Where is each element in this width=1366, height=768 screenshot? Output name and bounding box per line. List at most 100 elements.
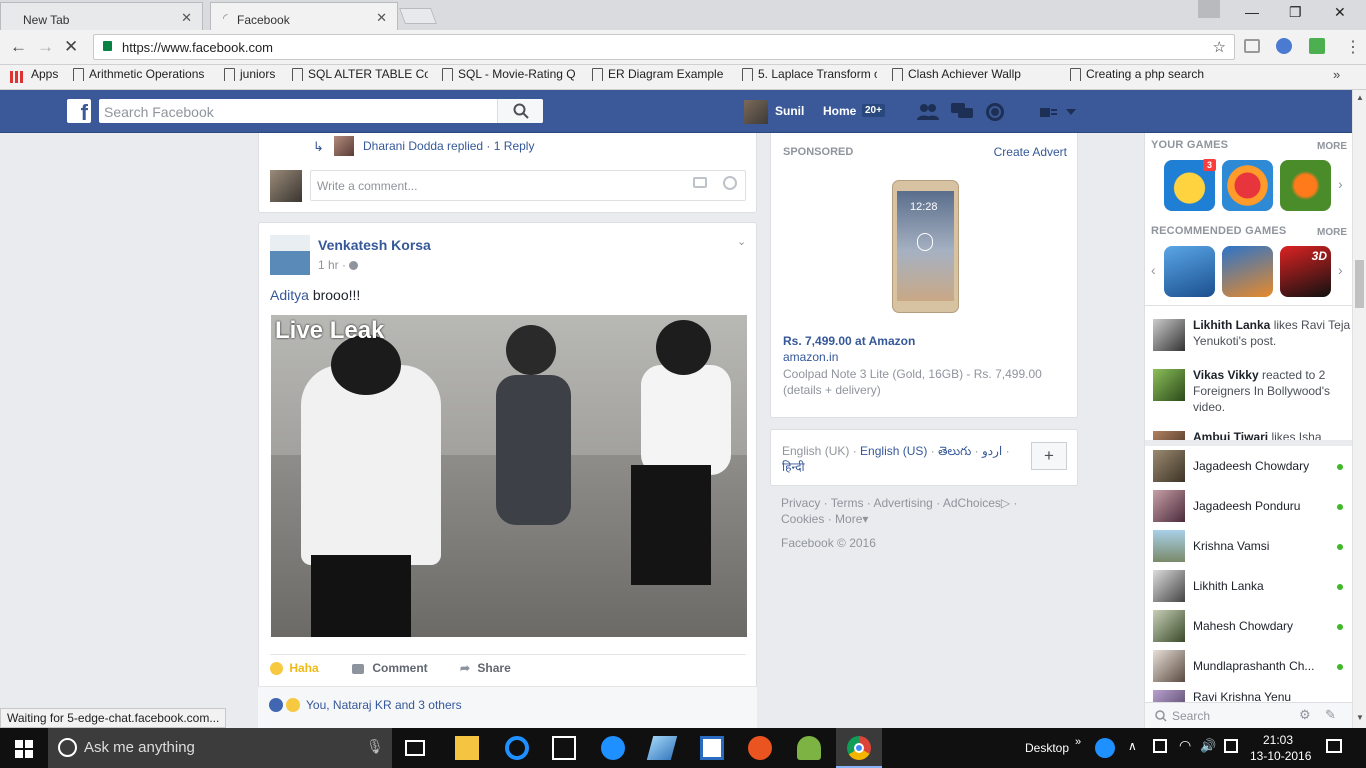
- new-tab-button[interactable]: [399, 8, 437, 24]
- cortana-search-box[interactable]: Ask me anything 🎙: [48, 728, 392, 768]
- footer-terms-link[interactable]: Terms: [831, 496, 864, 510]
- profile-icon[interactable]: [1198, 0, 1220, 18]
- bookmark-item[interactable]: ER Diagram Example: [590, 67, 727, 81]
- chat-contact[interactable]: Jagadeesh Ponduru: [1153, 488, 1343, 524]
- bookmarks-overflow-icon[interactable]: »: [1333, 67, 1340, 82]
- language-urdu[interactable]: اردو: [982, 444, 1002, 458]
- ticker-story[interactable]: Vikas Vikky reacted to 2 Foreigners In B…: [1153, 367, 1353, 415]
- chat-contact[interactable]: Likhith Lanka: [1153, 568, 1343, 604]
- stop-icon[interactable]: ✕: [64, 37, 78, 57]
- keyboard-icon[interactable]: [1224, 739, 1238, 753]
- game-icon[interactable]: [1164, 246, 1215, 297]
- footer-cookies-link[interactable]: Cookies: [781, 512, 824, 526]
- ad-product-image[interactable]: 12:28: [892, 180, 959, 313]
- language-english-us[interactable]: English (US): [860, 444, 927, 458]
- action-center-icon[interactable]: [1326, 739, 1342, 753]
- new-message-icon[interactable]: ✎: [1325, 707, 1336, 723]
- android-studio-icon[interactable]: [797, 736, 821, 760]
- bookmark-item[interactable]: SQL ALTER TABLE Con: [290, 67, 428, 81]
- home-link[interactable]: Home: [823, 104, 856, 118]
- tagged-user-link[interactable]: Aditya: [270, 287, 309, 303]
- page-scrollbar[interactable]: ▲ ▼: [1352, 90, 1366, 728]
- windows-start-icon[interactable]: [15, 740, 33, 758]
- bookmark-star-icon[interactable]: ☆: [1213, 38, 1226, 56]
- minimize-icon[interactable]: —: [1245, 4, 1259, 20]
- security-icon[interactable]: [1153, 739, 1167, 753]
- comment-input[interactable]: Write a comment...: [310, 170, 746, 201]
- post-options-chevron-icon[interactable]: ⌄: [737, 235, 746, 248]
- bookmark-item[interactable]: Arithmetic Operations: [71, 67, 208, 81]
- app-icon[interactable]: [646, 736, 678, 760]
- close-window-icon[interactable]: ✕: [1334, 4, 1346, 21]
- recommended-games-more-link[interactable]: MORE: [1317, 227, 1347, 238]
- scrollbar-thumb[interactable]: [1355, 260, 1364, 308]
- chat-contact[interactable]: Ravi Krishna Yenu: [1153, 688, 1343, 702]
- profile-name-link[interactable]: Sunil: [775, 104, 804, 118]
- ticker-story[interactable]: Likhith Lanka likes Ravi Teja Yenukoti's…: [1153, 317, 1353, 351]
- forward-icon[interactable]: →: [37, 37, 54, 57]
- author-avatar[interactable]: [270, 235, 310, 275]
- close-tab-icon[interactable]: ✕: [181, 10, 192, 26]
- file-explorer-icon[interactable]: [455, 736, 479, 760]
- store-icon[interactable]: [552, 736, 576, 760]
- help-icon[interactable]: [601, 736, 625, 760]
- camera-icon[interactable]: [693, 177, 707, 188]
- tab-new-tab[interactable]: New Tab ✕: [0, 2, 203, 30]
- edge-browser-icon[interactable]: [505, 736, 529, 760]
- messages-icon[interactable]: [951, 103, 973, 121]
- toolbar-expand-icon[interactable]: »: [1075, 736, 1081, 748]
- profile-avatar[interactable]: [744, 100, 768, 124]
- bookmark-item[interactable]: Creating a php search: [1068, 67, 1206, 81]
- extension-icon[interactable]: [1244, 39, 1260, 53]
- microphone-icon[interactable]: 🎙: [366, 738, 384, 755]
- task-view-icon[interactable]: [405, 740, 425, 756]
- chat-settings-gear-icon[interactable]: ⚙: [1299, 707, 1311, 723]
- show-hidden-icons-icon[interactable]: ∧: [1128, 739, 1137, 753]
- ad-title-link[interactable]: Rs. 7,499.00 at Amazon: [783, 334, 915, 348]
- notifications-globe-icon[interactable]: [985, 102, 1005, 122]
- footer-advertising-link[interactable]: Advertising: [873, 496, 932, 510]
- scroll-down-icon[interactable]: ▼: [1356, 713, 1364, 722]
- url-input[interactable]: https://www.facebook.com ☆: [93, 34, 1235, 60]
- bookmark-apps[interactable]: Apps: [31, 67, 58, 81]
- bookmark-item[interactable]: 5. Laplace Transform c: [740, 67, 877, 81]
- more-languages-button[interactable]: +: [1031, 442, 1067, 470]
- chat-search-bar[interactable]: Search ⚙ ✎: [1145, 702, 1353, 728]
- back-icon[interactable]: ←: [10, 37, 27, 57]
- extension-icon[interactable]: [1309, 38, 1325, 54]
- language-hindi[interactable]: हिन्दी: [782, 460, 805, 474]
- game-icon[interactable]: [1280, 160, 1331, 211]
- language-telugu[interactable]: తెలుగు: [938, 444, 971, 458]
- your-games-more-link[interactable]: MORE: [1317, 141, 1347, 152]
- ticker-story[interactable]: Ambuj Tiwari likes Isha: [1153, 429, 1353, 440]
- bookmark-item[interactable]: juniors: [222, 67, 282, 81]
- post-author-link[interactable]: Venkatesh Korsa: [318, 237, 431, 253]
- chat-contact[interactable]: Krishna Vamsi: [1153, 528, 1343, 564]
- footer-adchoices-link[interactable]: AdChoices: [943, 496, 1001, 510]
- close-tab-icon[interactable]: ✕: [376, 10, 387, 26]
- chat-contact[interactable]: Mundlaprashanth Ch...: [1153, 648, 1343, 684]
- app-icon[interactable]: [700, 736, 724, 760]
- ubuntu-icon[interactable]: [748, 736, 772, 760]
- extension-icon[interactable]: [1276, 38, 1292, 54]
- facebook-search-input[interactable]: Search Facebook: [99, 99, 543, 123]
- tab-facebook[interactable]: ◜ Facebook ✕: [210, 2, 398, 30]
- search-button[interactable]: [497, 99, 543, 123]
- clock-date[interactable]: 13-10-2016: [1250, 749, 1311, 763]
- prev-arrow-icon[interactable]: ‹: [1151, 262, 1156, 278]
- friend-requests-icon[interactable]: [917, 103, 939, 121]
- bookmark-item[interactable]: Clash Achiever Wallp: [890, 67, 1054, 81]
- emoji-icon[interactable]: [723, 176, 737, 190]
- restore-icon[interactable]: ❐: [1289, 4, 1302, 21]
- bookmark-item[interactable]: SQL - Movie-Rating Q: [440, 67, 577, 81]
- post-photo[interactable]: Live Leak: [271, 315, 747, 637]
- game-icon[interactable]: 3D: [1280, 246, 1331, 297]
- chrome-taskbar-button[interactable]: [836, 728, 882, 768]
- wifi-icon[interactable]: ◠: [1179, 737, 1191, 754]
- footer-more-link[interactable]: More: [835, 512, 862, 526]
- game-icon[interactable]: [1222, 160, 1273, 211]
- footer-privacy-link[interactable]: Privacy: [781, 496, 820, 510]
- haha-reaction-button[interactable]: Haha: [270, 661, 319, 676]
- reactions-link[interactable]: You, Nataraj KR and 3 others: [306, 698, 462, 712]
- privacy-settings-icon[interactable]: [1040, 104, 1078, 120]
